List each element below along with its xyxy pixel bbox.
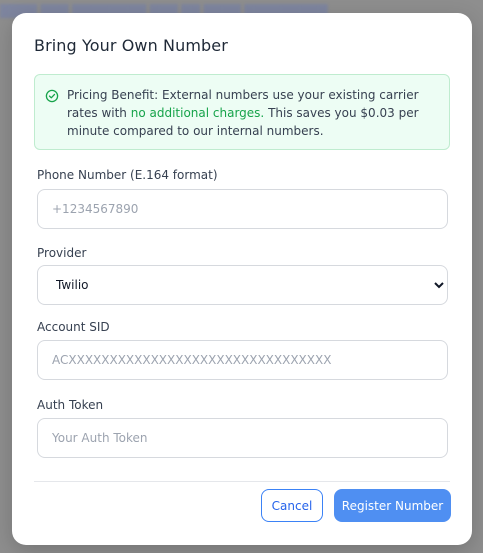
provider-label: Provider xyxy=(37,246,87,260)
pricing-benefit-notice: Pricing Benefit: External numbers use yo… xyxy=(34,74,450,150)
phone-number-input[interactable] xyxy=(37,189,448,229)
bring-your-own-number-modal: Bring Your Own Number Pricing Benefit: E… xyxy=(12,13,472,545)
auth-token-label: Auth Token xyxy=(37,398,104,412)
cancel-button[interactable]: Cancel xyxy=(261,489,323,522)
check-circle-icon xyxy=(45,89,59,103)
modal-title: Bring Your Own Number xyxy=(34,36,228,55)
auth-token-input[interactable] xyxy=(37,418,448,458)
footer-divider xyxy=(34,481,450,482)
provider-select[interactable]: Twilio xyxy=(37,265,448,305)
account-sid-input[interactable] xyxy=(37,340,448,380)
notice-text: Pricing Benefit: External numbers use yo… xyxy=(67,86,445,140)
account-sid-label: Account SID xyxy=(37,320,110,334)
phone-number-label: Phone Number (E.164 format) xyxy=(37,168,218,182)
notice-highlight: no additional charges. xyxy=(130,106,265,120)
register-number-button[interactable]: Register Number xyxy=(334,489,451,522)
